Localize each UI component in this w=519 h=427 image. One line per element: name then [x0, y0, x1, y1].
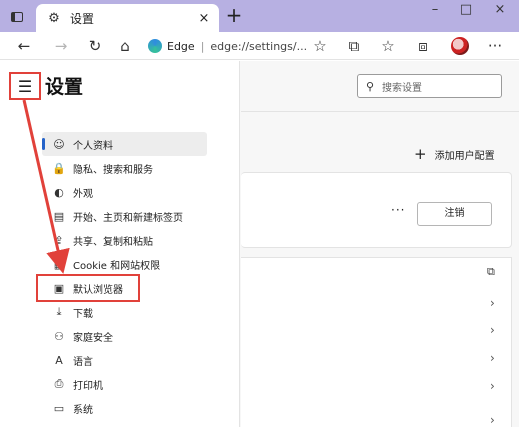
- external-link-icon[interactable]: ⧉: [487, 265, 495, 279]
- profile-settings-section: [241, 257, 512, 427]
- sidebar-item-label: 外观: [73, 188, 93, 200]
- collections-icon[interactable]: ⧈: [412, 35, 434, 57]
- sidebar-item-label: 下载: [73, 308, 93, 320]
- sidebar-item-label: Cookie 和网站权限: [73, 260, 161, 272]
- sidebar-item-default-browser[interactable]: ▣ 默认浏览器: [36, 274, 140, 302]
- download-icon: ⤓: [56, 305, 62, 318]
- lock-icon: 🔒: [52, 161, 66, 175]
- more-button[interactable]: ···: [484, 35, 506, 57]
- address-label: Edge: [167, 39, 195, 53]
- forward-button[interactable]: →: [50, 35, 72, 57]
- sidebar-item-printers[interactable]: ⎙ 打印机: [42, 372, 207, 396]
- hamburger-icon: ☰: [17, 76, 33, 96]
- address-url: edge://settings/...: [210, 39, 308, 53]
- printer-icon: ⎙: [54, 377, 64, 390]
- settings-nav: ☺ 个人资料 🔒 隐私、搜索和服务 ◐ 外观 ▤ 开始、主页和新建标签页 ⇪ 共…: [36, 132, 207, 420]
- sidebar-item-profile[interactable]: ☺ 个人资料: [42, 132, 207, 156]
- back-button[interactable]: ←: [13, 35, 35, 57]
- sidebar-item-label: 默认浏览器: [73, 284, 123, 296]
- chevron-right-icon[interactable]: ›: [490, 379, 495, 393]
- sidebar-item-label: 个人资料: [73, 140, 113, 152]
- profile-icon: ☺: [53, 137, 65, 151]
- settings-sidebar: ☰ 设置 ☺ 个人资料 🔒 隐私、搜索和服务 ◐ 外观 ▤ 开始、主页和新建标签…: [0, 61, 240, 427]
- sidebar-item-label: 家庭安全: [73, 332, 113, 344]
- share-icon: ⇪: [54, 233, 64, 247]
- sidebar-item-label: 开始、主页和新建标签页: [73, 212, 183, 224]
- tab-settings[interactable]: ⚙ 设置 ×: [36, 4, 219, 32]
- refresh-button[interactable]: ↻: [84, 35, 106, 57]
- address-bar[interactable]: Edge | edge://settings/...: [148, 35, 313, 57]
- maximize-button[interactable]: □: [450, 0, 482, 22]
- browser-icon: ▣: [53, 281, 65, 295]
- sidebar-item-downloads[interactable]: ⤓ 下载: [42, 300, 207, 324]
- favorites-icon[interactable]: ☆: [377, 35, 399, 57]
- chevron-right-icon[interactable]: ›: [490, 351, 495, 365]
- sign-out-button[interactable]: 注销: [417, 202, 492, 226]
- sidebar-item-label: 打印机: [73, 380, 103, 392]
- sidebar-item-languages[interactable]: A 语言: [42, 348, 207, 372]
- home-page-icon: ▤: [53, 209, 65, 223]
- header-divider: [241, 111, 519, 112]
- add-profile-button[interactable]: + 添加用户配置: [414, 145, 495, 163]
- cookie-icon: ▦: [53, 257, 65, 271]
- menu-button[interactable]: ☰: [9, 72, 41, 100]
- address-separator: |: [200, 39, 205, 53]
- tab-actions-icon[interactable]: [4, 5, 30, 29]
- title-bar: ⚙ 设置 × + – □ ×: [0, 0, 519, 32]
- settings-page: ☰ 设置 ☺ 个人资料 🔒 隐私、搜索和服务 ◐ 外观 ▤ 开始、主页和新建标签…: [0, 61, 519, 427]
- family-icon: ⚇: [54, 329, 64, 343]
- edge-logo-icon: [148, 39, 162, 53]
- new-tab-button[interactable]: +: [223, 4, 245, 28]
- sidebar-item-label: 共享、复制和粘贴: [73, 236, 153, 248]
- chevron-right-icon[interactable]: ›: [490, 323, 495, 337]
- sidebar-item-system[interactable]: ▭ 系统: [42, 396, 207, 420]
- sidebar-item-appearance[interactable]: ◐ 外观: [42, 180, 207, 204]
- close-window-button[interactable]: ×: [484, 0, 516, 22]
- page-title: 设置: [45, 76, 84, 98]
- search-placeholder: 搜索设置: [382, 82, 422, 94]
- profile-more-button[interactable]: ···: [391, 203, 405, 217]
- sidebar-item-privacy[interactable]: 🔒 隐私、搜索和服务: [42, 156, 207, 180]
- sidebar-item-family[interactable]: ⚇ 家庭安全: [42, 324, 207, 348]
- chevron-right-icon[interactable]: ›: [490, 296, 495, 310]
- gear-icon: ⚙: [48, 10, 60, 26]
- tab-title: 设置: [70, 11, 95, 26]
- sidebar-item-label: 系统: [73, 404, 93, 416]
- sidebar-item-label: 隐私、搜索和服务: [73, 164, 153, 176]
- language-icon: A: [55, 353, 63, 367]
- sidebar-item-start-home[interactable]: ▤ 开始、主页和新建标签页: [42, 204, 207, 228]
- browser-toolbar: ← → ↻ ⌂ Edge | edge://settings/... ☆ ⧉ ☆…: [0, 32, 519, 60]
- chevron-right-icon[interactable]: ›: [490, 413, 495, 427]
- search-icon: ⚲: [365, 79, 375, 93]
- sidebar-item-label: 语言: [73, 356, 93, 368]
- home-button[interactable]: ⌂: [114, 35, 136, 57]
- system-icon: ▭: [53, 401, 65, 415]
- minimize-button[interactable]: –: [419, 0, 451, 22]
- sidebar-item-cookies[interactable]: ▦ Cookie 和网站权限: [42, 252, 207, 276]
- sidebar-item-share-copy[interactable]: ⇪ 共享、复制和粘贴: [42, 228, 207, 252]
- search-input[interactable]: ⚲ 搜索设置: [357, 74, 502, 98]
- plus-icon: +: [414, 145, 427, 163]
- appearance-icon: ◐: [54, 185, 64, 199]
- add-profile-label: 添加用户配置: [434, 150, 495, 162]
- profile-avatar[interactable]: [451, 37, 469, 55]
- extensions-icon[interactable]: ⧉: [343, 35, 365, 57]
- favorite-star-icon[interactable]: ☆: [309, 35, 331, 57]
- tab-close-button[interactable]: ×: [193, 11, 215, 26]
